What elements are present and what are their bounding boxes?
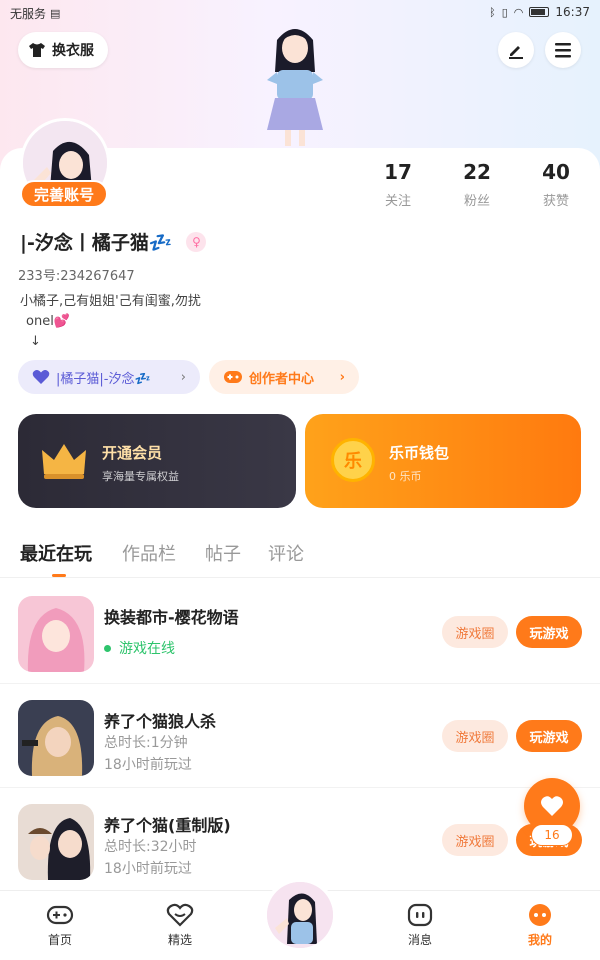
chevron-right-icon: ›	[180, 369, 186, 385]
nav-messages-label: 消息	[407, 933, 432, 947]
stat-likes-count: 40	[542, 160, 570, 184]
edit-profile-button[interactable]	[498, 32, 534, 68]
list-item[interactable]: 养了个猫狼人杀 总时长:1分钟 18小时前玩过 游戏圈 玩游戏	[0, 686, 600, 788]
featured-heart-icon	[166, 903, 194, 927]
nav-home-label: 首页	[47, 933, 72, 947]
complete-account-badge[interactable]: 完善账号	[20, 180, 108, 208]
tshirt-icon	[29, 43, 45, 57]
game-circle-button[interactable]: 游戏圈	[442, 720, 508, 752]
user-id: 233号:234267647	[18, 269, 135, 284]
pencil-icon	[509, 46, 523, 59]
wallet-balance: 0 乐币	[389, 470, 422, 483]
nav-center-avatar[interactable]	[263, 878, 337, 952]
tab-comments[interactable]: 评论	[268, 540, 304, 566]
vip-title: 开通会员	[102, 444, 163, 462]
nav-featured[interactable]: 精选	[140, 903, 220, 948]
female-gender-icon: ♀	[186, 231, 207, 252]
game-cover-image	[18, 804, 94, 880]
nav-me-label: 我的	[527, 933, 552, 947]
menu-button[interactable]	[545, 32, 581, 68]
online-status: 游戏在线	[104, 638, 175, 658]
wallet-title: 乐币钱包	[389, 444, 450, 462]
avatar-character-figure[interactable]	[255, 22, 335, 148]
message-notification-icon: ▤	[50, 7, 61, 20]
stat-followers[interactable]: 22 粉丝	[447, 160, 507, 209]
game-title: 换装都市-樱花物语	[104, 608, 239, 627]
heart-icon	[541, 796, 563, 816]
username: |-汐念丨橘子猫💤 ♀	[20, 228, 207, 255]
stat-following-label: 关注	[384, 194, 411, 209]
stat-following[interactable]: 17 关注	[368, 160, 428, 209]
bio-line: onel💕	[26, 314, 70, 329]
game-cover-image	[18, 700, 94, 776]
crown-icon	[42, 444, 86, 479]
play-duration: 总时长:1分钟	[104, 735, 188, 751]
game-thumbnail	[18, 804, 94, 880]
game-thumbnail	[18, 596, 94, 672]
online-status-label: 游戏在线	[119, 641, 175, 657]
tab-works[interactable]: 作品栏	[122, 540, 176, 566]
tab-posts[interactable]: 帖子	[205, 540, 241, 566]
carrier-label: 无服务	[10, 7, 47, 21]
gamepad-icon	[224, 371, 242, 383]
profile-tabs: 最近在玩 作品栏 帖子 评论	[0, 536, 600, 578]
chevron-right-icon: ›	[339, 369, 345, 385]
nav-messages[interactable]: 消息	[380, 903, 460, 948]
avatar-image	[267, 882, 333, 948]
purple-heart-icon	[32, 370, 50, 384]
user-bio: 小橘子,己有姐姐'己有闺蜜,勿扰 onel💕 ↓	[20, 292, 201, 352]
bio-line: 小橘子,己有姐姐'己有闺蜜,勿扰	[20, 294, 201, 309]
stat-likes-label: 获赞	[542, 194, 569, 209]
change-outfit-button[interactable]: 换衣服	[18, 32, 108, 68]
coin-wallet-card[interactable]: 乐 乐币钱包 0 乐币	[305, 414, 581, 508]
play-duration: 总时长:32小时	[104, 839, 197, 855]
fan-group-label: |橘子猫|-汐念💤	[56, 371, 151, 387]
nav-home[interactable]: 首页	[20, 903, 100, 948]
last-played: 18小时前玩过	[104, 757, 192, 773]
clock: 16:37	[555, 5, 590, 19]
wifi-icon: ◠	[513, 5, 524, 19]
last-played: 18小时前玩过	[104, 861, 192, 877]
bio-line: ↓	[30, 334, 41, 349]
game-title: 养了个猫狼人杀	[104, 712, 217, 731]
vip-membership-card[interactable]: 开通会员 享海量专属权益	[18, 414, 296, 508]
hamburger-icon	[555, 43, 571, 58]
stat-likes[interactable]: 40 获赞	[526, 160, 586, 209]
online-dot-icon	[104, 644, 111, 652]
username-text: |-汐念丨橘子猫💤	[20, 232, 173, 254]
list-item[interactable]: 换装都市-樱花物语 游戏在线 游戏圈 玩游戏	[0, 582, 600, 684]
battery-icon	[529, 7, 550, 17]
game-cover-image	[18, 596, 94, 672]
vip-subtitle: 享海量专属权益	[102, 470, 179, 483]
creator-center-label: 创作者中心	[249, 371, 315, 387]
play-game-button[interactable]: 玩游戏	[516, 720, 582, 752]
game-title: 养了个猫(重制版)	[104, 816, 231, 835]
nav-me[interactable]: 我的	[500, 903, 580, 948]
list-item[interactable]: 养了个猫(重制版) 总时长:32小时 18小时前玩过 游戏圈 玩游戏	[0, 790, 600, 892]
gamepad-icon	[46, 905, 74, 925]
tab-recently-played[interactable]: 最近在玩	[20, 540, 92, 566]
change-outfit-label: 换衣服	[52, 43, 94, 59]
game-thumbnail	[18, 700, 94, 776]
stat-followers-count: 22	[463, 160, 491, 184]
fan-group-pill[interactable]: |橘子猫|-汐念💤 ›	[18, 360, 200, 394]
message-bubble-icon	[407, 903, 433, 927]
bluetooth-icon: ᛒ	[489, 5, 496, 19]
me-face-icon	[529, 904, 551, 926]
like-count-badge: 16	[531, 824, 573, 846]
vibrate-icon: ▯	[501, 5, 508, 19]
nav-featured-label: 精选	[167, 933, 192, 947]
game-circle-button[interactable]: 游戏圈	[442, 824, 508, 856]
active-tab-indicator	[52, 574, 66, 577]
game-circle-button[interactable]: 游戏圈	[442, 616, 508, 648]
stat-followers-label: 粉丝	[463, 194, 490, 209]
stat-following-count: 17	[384, 160, 412, 184]
play-game-button[interactable]: 玩游戏	[516, 616, 582, 648]
creator-center-pill[interactable]: 创作者中心 ›	[209, 360, 359, 394]
coin-icon: 乐	[331, 438, 375, 482]
